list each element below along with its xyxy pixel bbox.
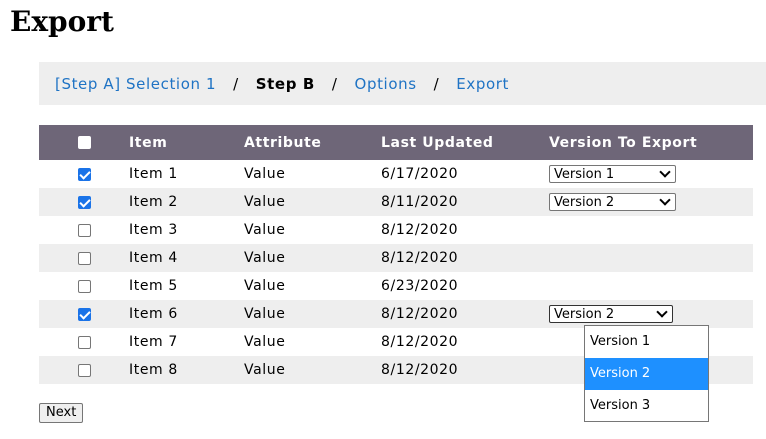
attribute-cell: Value <box>244 306 286 322</box>
last-updated-cell: 8/12/2020 <box>381 362 459 378</box>
row-checkbox[interactable] <box>77 335 91 349</box>
select-all-checkbox[interactable] <box>77 136 91 149</box>
breadcrumb-separator: / <box>233 74 239 93</box>
version-cell: Version 2 <box>549 300 753 328</box>
column-header-attribute[interactable]: Attribute <box>244 125 381 160</box>
last-updated-cell: 8/11/2020 <box>381 194 459 210</box>
breadcrumb-separator: / <box>331 74 338 93</box>
table-header-row: Item Attribute Last Updated Version To E… <box>39 125 753 160</box>
row-checkbox[interactable] <box>77 223 91 237</box>
version-select[interactable]: Version 2 <box>549 193 676 211</box>
breadcrumb-step-a-link[interactable]: [Step A] Selection 1 <box>55 75 216 93</box>
chevron-down-icon <box>659 194 671 206</box>
version-select-value: Version 1 <box>554 166 615 182</box>
row-checkbox[interactable] <box>77 195 91 209</box>
attribute-cell: Value <box>244 222 286 238</box>
table-row: Item 4 Value 8/12/2020 <box>39 244 753 272</box>
last-updated-cell: 8/12/2020 <box>381 306 459 322</box>
table-row: Item 2 Value 8/11/2020 Version 2 <box>39 188 753 216</box>
version-cell <box>549 216 753 244</box>
breadcrumb-step-b-current: Step B <box>255 74 315 93</box>
row-select-cell <box>39 356 129 384</box>
attribute-cell: Value <box>244 362 286 378</box>
version-cell: Version 1 <box>549 160 753 188</box>
version-select[interactable]: Version 2 <box>549 305 673 323</box>
last-updated-cell: 6/17/2020 <box>381 166 459 182</box>
dropdown-option[interactable]: Version 3 <box>585 390 708 422</box>
attribute-cell: Value <box>244 278 286 294</box>
item-cell: Item 5 <box>129 278 178 294</box>
item-cell: Item 6 <box>129 306 178 322</box>
attribute-cell: Value <box>244 334 286 350</box>
column-header-item[interactable]: Item <box>129 125 244 160</box>
item-cell: Item 7 <box>129 334 178 350</box>
last-updated-cell: 8/12/2020 <box>381 250 459 266</box>
item-cell: Item 2 <box>129 194 178 210</box>
page-title: Export <box>10 5 114 38</box>
last-updated-cell: 8/12/2020 <box>381 334 459 350</box>
row-checkbox[interactable] <box>77 251 91 265</box>
item-cell: Item 1 <box>129 166 178 182</box>
version-select[interactable]: Version 1 <box>549 165 676 183</box>
dropdown-option[interactable]: Version 1 <box>585 326 708 358</box>
version-dropdown-list: Version 1 Version 2 Version 3 <box>584 325 709 422</box>
version-select-value: Version 2 <box>554 194 615 210</box>
next-button[interactable]: Next <box>39 403 84 423</box>
item-cell: Item 8 <box>129 362 178 378</box>
chevron-down-icon <box>659 166 671 178</box>
last-updated-cell: 8/12/2020 <box>381 222 459 238</box>
version-select-value: Version 2 <box>554 306 615 322</box>
row-select-cell <box>39 188 129 216</box>
breadcrumb: [Step A] Selection 1 / Step B / Options … <box>39 62 766 105</box>
attribute-cell: Value <box>244 194 286 210</box>
item-cell: Item 3 <box>129 222 178 238</box>
table-row: Item 6 Value 8/12/2020 Version 2 <box>39 300 753 328</box>
version-cell <box>549 244 753 272</box>
row-select-cell <box>39 300 129 328</box>
dropdown-option[interactable]: Version 2 <box>585 358 708 390</box>
table-row: Item 5 Value 6/23/2020 <box>39 272 753 300</box>
row-checkbox[interactable] <box>77 307 91 321</box>
row-checkbox[interactable] <box>77 279 91 293</box>
row-checkbox[interactable] <box>77 167 91 181</box>
column-header-version-to-export[interactable]: Version To Export <box>549 125 753 160</box>
breadcrumb-options-link[interactable]: Options <box>355 75 417 93</box>
table-row: Item 1 Value 6/17/2020 Version 1 <box>39 160 753 188</box>
header-select-cell <box>39 125 129 160</box>
column-header-last-updated[interactable]: Last Updated <box>381 125 549 160</box>
breadcrumb-export-link[interactable]: Export <box>456 75 509 93</box>
version-cell <box>549 272 753 300</box>
row-select-cell <box>39 244 129 272</box>
item-cell: Item 4 <box>129 250 178 266</box>
row-select-cell <box>39 272 129 300</box>
last-updated-cell: 6/23/2020 <box>381 278 459 294</box>
row-select-cell <box>39 216 129 244</box>
row-select-cell <box>39 328 129 356</box>
attribute-cell: Value <box>244 166 286 182</box>
row-select-cell <box>39 160 129 188</box>
chevron-down-icon <box>656 306 668 318</box>
version-cell: Version 2 <box>549 188 753 216</box>
row-checkbox[interactable] <box>77 363 91 377</box>
attribute-cell: Value <box>244 250 286 266</box>
breadcrumb-separator: / <box>433 74 440 93</box>
table-row: Item 3 Value 8/12/2020 <box>39 216 753 244</box>
